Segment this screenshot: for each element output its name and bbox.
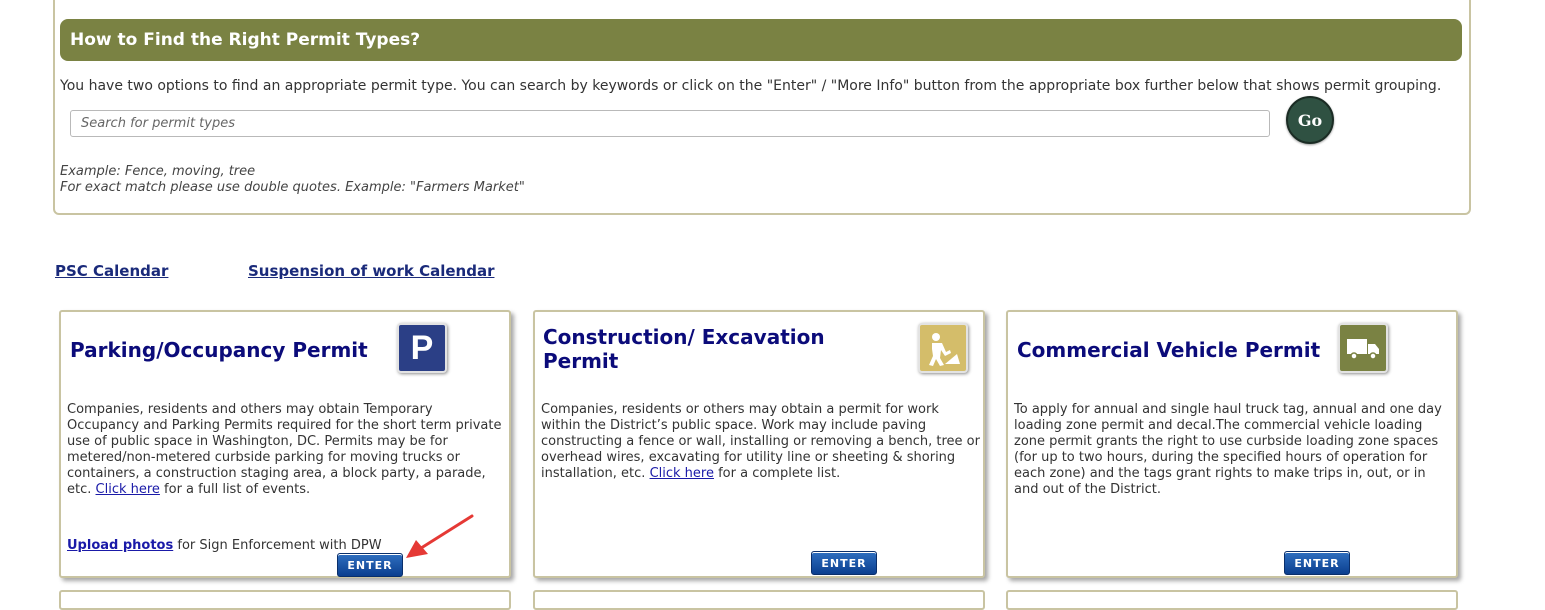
truck-glyph [1347,339,1379,360]
example-text: Example: Fence, moving, tree [60,164,256,179]
commercial-enter-button[interactable]: ENTER [1284,551,1350,575]
card-title: Parking/Occupancy Permit [70,338,368,362]
next-row-card [1006,590,1458,610]
card-title: Commercial Vehicle Permit [1017,338,1321,362]
icon-letter: P [410,328,434,367]
construction-worker-icon [918,323,968,373]
suspension-calendar-link[interactable]: Suspension of work Calendar [248,262,494,280]
complete-list-link[interactable]: Click here [650,466,714,481]
intro-text: You have two options to find an appropri… [60,78,1442,94]
panel-heading: How to Find the Right Permit Types? [60,19,1462,61]
psc-calendar-link[interactable]: PSC Calendar [55,262,168,280]
go-button[interactable]: Go [1286,96,1334,144]
card-title: Construction/ Excavation Permit [543,325,825,373]
card-description: Companies, residents and others may obta… [67,402,507,498]
desc-text-end: for a complete list. [713,466,841,481]
card-description: Companies, residents or others may obtai… [541,402,981,482]
construction-enter-button[interactable]: ENTER [811,551,877,575]
full-list-link[interactable]: Click here [96,482,160,497]
exact-match-hint: For exact match please use double quotes… [60,180,525,195]
parking-enter-button[interactable]: ENTER [337,553,403,577]
permit-search-input[interactable] [70,110,1270,137]
card-description: To apply for annual and single haul truc… [1014,402,1442,497]
upload-photos-line: Upload photos for Sign Enforcement with … [67,538,382,553]
commercial-vehicle-card: Commercial Vehicle Permit To apply for a… [1006,310,1458,578]
desc-text-end: for a full list of events. [159,482,311,497]
red-arrow-icon [406,514,474,558]
next-row-card [533,590,985,610]
upload-photos-link[interactable]: Upload photos [67,538,173,553]
construction-permit-card: Construction/ Excavation Permit Companie… [533,310,985,578]
parking-p-icon: P [397,323,447,373]
truck-icon [1338,323,1388,373]
next-row-card [59,590,511,610]
upload-suffix: for Sign Enforcement with DPW [173,538,382,553]
worker-glyph [929,333,960,366]
